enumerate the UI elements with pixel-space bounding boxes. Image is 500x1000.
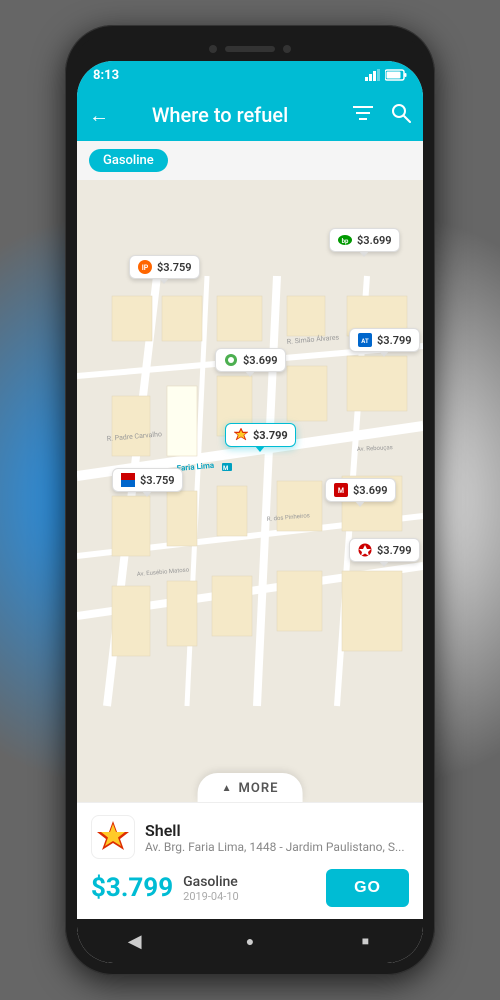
station-fuel-info: Gasoline 2019-04-10 [183,874,239,903]
texaco-logo [357,542,373,558]
pin-price-7: $3.699 [353,484,388,497]
price-fuel-block: $3.799 Gasoline 2019-04-10 [91,873,239,903]
signal-icon [365,69,381,81]
svg-text:M: M [338,487,344,495]
gasoline-chip[interactable]: Gasoline [89,149,168,172]
pin-price-2: $3.699 [357,234,392,247]
svg-text:AT: AT [361,338,369,345]
chevron-logo [120,472,136,488]
shell-logo [233,427,249,443]
camera-dot-2 [283,45,291,53]
station-name: Shell [145,821,409,840]
camera-dot [209,45,217,53]
price-pin-1[interactable]: IP $3.759 [129,255,200,279]
pin-price-1: $3.759 [157,261,192,274]
status-bar: 8:13 [77,61,423,89]
more-arrow: ▲ [222,783,233,794]
svg-text:IP: IP [142,264,149,272]
battery-icon [385,69,407,81]
nav-square-button[interactable]: ■ [347,923,383,959]
phone-screen: 8:13 ← Where to refuel [77,61,423,963]
station-info: Shell Av. Brg. Faria Lima, 1448 - Jardim… [145,821,409,854]
station-fuel-type: Gasoline [183,874,239,890]
phone-top [77,37,423,61]
ipiranga-logo: IP [137,259,153,275]
station-price: $3.799 [91,873,173,903]
price-pin-8[interactable]: $3.799 [349,538,420,562]
svg-text:M: M [223,465,228,472]
speaker-bar [225,46,275,52]
svg-text:bp: bp [342,238,349,245]
green-logo [223,352,239,368]
filter-icon[interactable] [353,105,373,126]
station-logo-big [91,815,135,859]
station-card-bottom: $3.799 Gasoline 2019-04-10 GO [91,869,409,907]
price-pin-6[interactable]: $3.759 [112,468,183,492]
nav-home-button[interactable]: ● [232,923,268,959]
top-bar: ← Where to refuel [77,89,423,141]
nav-back-button[interactable]: ◀ [117,923,153,959]
nav-bar: ◀ ● ■ [77,919,423,963]
att-logo: AT [357,332,373,348]
price-pin-5[interactable]: $3.799 [225,423,296,447]
search-icon[interactable] [391,103,411,128]
status-icons [365,69,407,81]
pin-price-4: $3.799 [377,334,412,347]
phone-device: 8:13 ← Where to refuel [65,25,435,975]
station-card: Shell Av. Brg. Faria Lima, 1448 - Jardim… [77,802,423,919]
price-pin-4[interactable]: AT $3.799 [349,328,420,352]
pin-price-3: $3.699 [243,354,278,367]
mobil-logo: M [333,482,349,498]
map-background: R. Simão Álvares R. Padre Carvalho Faria… [77,180,423,802]
status-time: 8:13 [93,68,119,83]
more-button[interactable]: ▲ MORE [198,773,303,802]
station-address: Av. Brg. Faria Lima, 1448 - Jardim Pauli… [145,840,409,854]
price-pin-2[interactable]: bp $3.699 [329,228,400,252]
pin-price-6: $3.759 [140,474,175,487]
go-button[interactable]: GO [326,869,409,907]
more-label: MORE [238,781,278,796]
station-date: 2019-04-10 [183,890,239,903]
pin-price-5: $3.799 [253,429,288,442]
station-card-top: Shell Av. Brg. Faria Lima, 1448 - Jardim… [91,815,409,859]
price-pin-3[interactable]: $3.699 [215,348,286,372]
page-title: Where to refuel [97,103,343,127]
map-area[interactable]: R. Simão Álvares R. Padre Carvalho Faria… [77,180,423,802]
pin-price-8: $3.799 [377,544,412,557]
bp-logo: bp [337,232,353,248]
filter-bar: Gasoline [77,141,423,180]
price-pin-7[interactable]: M $3.699 [325,478,396,502]
